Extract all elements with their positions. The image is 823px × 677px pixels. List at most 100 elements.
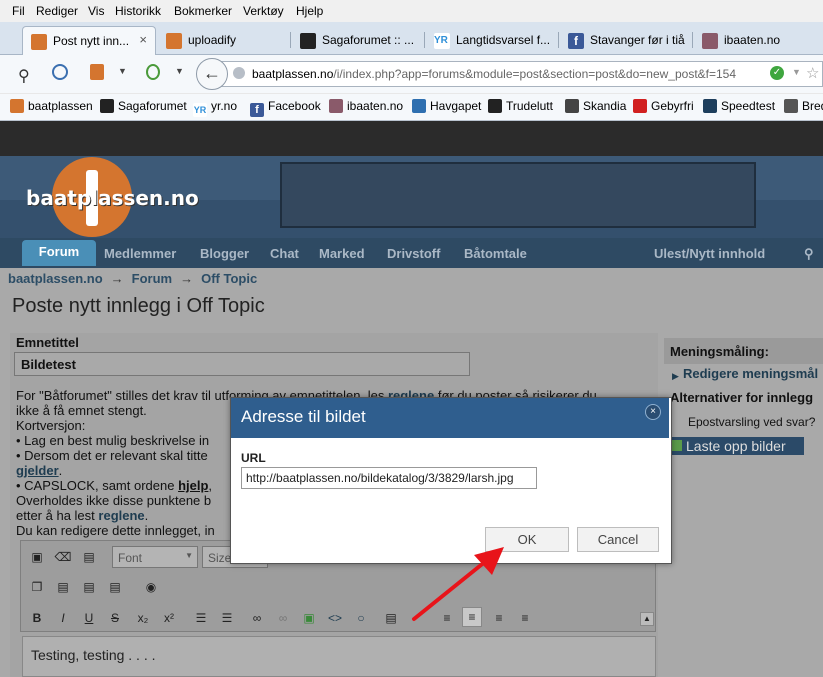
superscript-icon[interactable]: x² bbox=[160, 609, 178, 627]
greasemonkey-icon[interactable] bbox=[146, 64, 160, 80]
menu-edit[interactable]: Rediger bbox=[36, 4, 78, 18]
bookmark-skandia[interactable]: Skandia bbox=[565, 99, 626, 113]
download-icon[interactable] bbox=[90, 64, 104, 80]
email-notify-label[interactable]: Epostvarsling ved svar? bbox=[688, 415, 815, 429]
unlink-icon[interactable]: ∞ bbox=[274, 609, 292, 627]
tab-sagaforumet[interactable]: Sagaforumet :: ... bbox=[292, 26, 422, 54]
copy-icon[interactable]: ❐ bbox=[28, 578, 46, 596]
code-icon[interactable]: <> bbox=[326, 609, 344, 627]
menu-bookmarks[interactable]: Bokmerker bbox=[174, 4, 232, 18]
chevron-down-icon[interactable]: ▼ bbox=[792, 67, 801, 77]
paste-text-icon[interactable]: ▤ bbox=[80, 578, 98, 596]
close-tab-icon[interactable]: × bbox=[139, 32, 147, 47]
help-word: hjelp bbox=[178, 478, 209, 493]
tab-divider bbox=[692, 32, 693, 48]
bold-icon[interactable]: B bbox=[28, 609, 46, 627]
bookmark-speedtest[interactable]: Speedtest bbox=[703, 99, 775, 113]
tab-langtidsvarsel[interactable]: YR Langtidsvarsel f... bbox=[426, 26, 556, 54]
nav-blogs[interactable]: Blogger bbox=[200, 246, 249, 261]
breadcrumb-separator: → bbox=[180, 271, 194, 286]
annotation-arrow bbox=[412, 547, 504, 621]
bookmark-havgapet[interactable]: Havgapet bbox=[412, 99, 481, 113]
bookmark-bred[interactable]: Bred bbox=[784, 99, 823, 113]
tab-ibaaten[interactable]: ibaaten.no bbox=[694, 26, 823, 54]
link-icon[interactable]: ∞ bbox=[248, 609, 266, 627]
strikethrough-icon[interactable]: S bbox=[106, 609, 124, 627]
facebook-icon: f bbox=[250, 103, 264, 117]
facebook-icon: f bbox=[568, 33, 584, 49]
tab-divider bbox=[558, 32, 559, 48]
chevron-down-icon[interactable]: ▼ bbox=[175, 66, 184, 76]
nav-boat-reviews[interactable]: Båtomtale bbox=[464, 246, 527, 261]
font-select[interactable]: Font ▼ bbox=[112, 546, 198, 568]
addon-icon[interactable] bbox=[52, 64, 68, 80]
header-banner bbox=[280, 162, 756, 228]
search-icon[interactable]: ⚲ bbox=[18, 66, 30, 86]
subscript-icon[interactable]: x₂ bbox=[134, 609, 152, 627]
breadcrumb-off-topic[interactable]: Off Topic bbox=[201, 271, 257, 286]
baatplassen-icon bbox=[166, 33, 182, 49]
spellcheck-icon[interactable]: ◉ bbox=[142, 578, 160, 596]
upload-images-button[interactable]: Laste opp bilder bbox=[668, 437, 804, 455]
menu-help[interactable]: Hjelp bbox=[296, 4, 323, 18]
quote-icon[interactable]: ○ bbox=[352, 609, 370, 627]
site-logo[interactable]: baatplassen.no bbox=[26, 186, 199, 210]
bookmark-gebyrfri[interactable]: Gebyrfri bbox=[633, 99, 694, 113]
chevron-down-icon[interactable]: ▼ bbox=[118, 66, 127, 76]
yr-icon: YR bbox=[434, 33, 450, 49]
numbered-list-icon[interactable]: ☰ bbox=[192, 609, 210, 627]
check-icon[interactable]: ✓ bbox=[770, 66, 784, 80]
url-input[interactable]: http://baatplassen.no/bildekatalog/3/382… bbox=[241, 467, 537, 489]
source-icon[interactable]: ▣ bbox=[28, 548, 46, 566]
template-icon[interactable]: ▤ bbox=[80, 548, 98, 566]
paste-word-icon[interactable]: ▤ bbox=[106, 578, 124, 596]
cancel-button[interactable]: Cancel bbox=[577, 527, 659, 552]
nav-unread[interactable]: Ulest/Nytt innhold bbox=[654, 246, 765, 261]
url-text[interactable]: baatplassen.no/i/index.php?app=forums&mo… bbox=[252, 67, 736, 81]
yr-icon: YR bbox=[193, 103, 207, 117]
rules-link[interactable]: gjelder bbox=[16, 463, 59, 478]
nav-forum[interactable]: Forum bbox=[22, 240, 96, 266]
bookmark-ibaaten[interactable]: ibaaten.no bbox=[329, 99, 403, 113]
italic-icon[interactable]: I bbox=[54, 609, 72, 627]
collapse-toolbar-icon[interactable]: ▲ bbox=[640, 612, 654, 626]
tab-post-new[interactable]: Post nytt inn... × bbox=[22, 26, 156, 55]
eraser-icon[interactable]: ⌫ bbox=[54, 548, 72, 566]
bookmark-facebook[interactable]: f Facebook bbox=[250, 99, 321, 117]
menu-view[interactable]: Vis bbox=[88, 4, 104, 18]
bookmark-yr[interactable]: YR yr.no bbox=[193, 99, 237, 117]
nav-market[interactable]: Marked bbox=[319, 246, 365, 261]
back-button[interactable]: ← bbox=[196, 58, 228, 90]
nav-members[interactable]: Medlemmer bbox=[104, 246, 176, 261]
baatplassen-icon bbox=[31, 34, 47, 50]
bookmark-trudelutt[interactable]: Trudelutt bbox=[488, 99, 553, 113]
bookmark-sagaforumet[interactable]: Sagaforumet bbox=[100, 99, 187, 113]
post-editor[interactable]: Testing, testing . . . . bbox=[22, 636, 656, 677]
site-identity-icon[interactable] bbox=[233, 67, 245, 79]
nav-chat[interactable]: Chat bbox=[270, 246, 299, 261]
edit-poll-link[interactable]: Redigere meningsmål bbox=[683, 366, 818, 381]
rules-link[interactable]: reglene bbox=[98, 508, 144, 523]
star-icon[interactable]: ☆ bbox=[806, 64, 819, 82]
chevron-down-icon: ▼ bbox=[185, 551, 193, 560]
tab-uploadify[interactable]: uploadify bbox=[158, 26, 288, 54]
menu-history[interactable]: Historikk bbox=[115, 4, 161, 18]
align-right-icon[interactable]: ≡ bbox=[516, 609, 534, 627]
paste-icon[interactable]: ▤ bbox=[54, 578, 72, 596]
breadcrumb-home[interactable]: baatplassen.no bbox=[8, 271, 103, 286]
bookmark-baatplassen[interactable]: baatplassen bbox=[10, 99, 93, 113]
tab-stavanger[interactable]: f Stavanger før i tiå bbox=[560, 26, 690, 54]
post-options-heading: Alternativer for innlegg bbox=[670, 390, 814, 405]
underline-icon[interactable]: U bbox=[80, 609, 98, 627]
location-pin-icon[interactable]: ⚲ bbox=[804, 246, 814, 262]
menu-file[interactable]: Fil bbox=[12, 4, 25, 18]
bullet-list-icon[interactable]: ☰ bbox=[218, 609, 236, 627]
close-icon[interactable]: × bbox=[645, 404, 661, 420]
subject-input[interactable]: Bildetest bbox=[14, 352, 470, 376]
nav-fuel[interactable]: Drivstoff bbox=[387, 246, 440, 261]
breadcrumb-forum[interactable]: Forum bbox=[132, 271, 172, 286]
skandia-icon bbox=[565, 99, 579, 113]
media-icon[interactable]: ▤ bbox=[382, 609, 400, 627]
menu-tools[interactable]: Verktøy bbox=[243, 4, 284, 18]
image-icon[interactable]: ▣ bbox=[300, 609, 318, 627]
